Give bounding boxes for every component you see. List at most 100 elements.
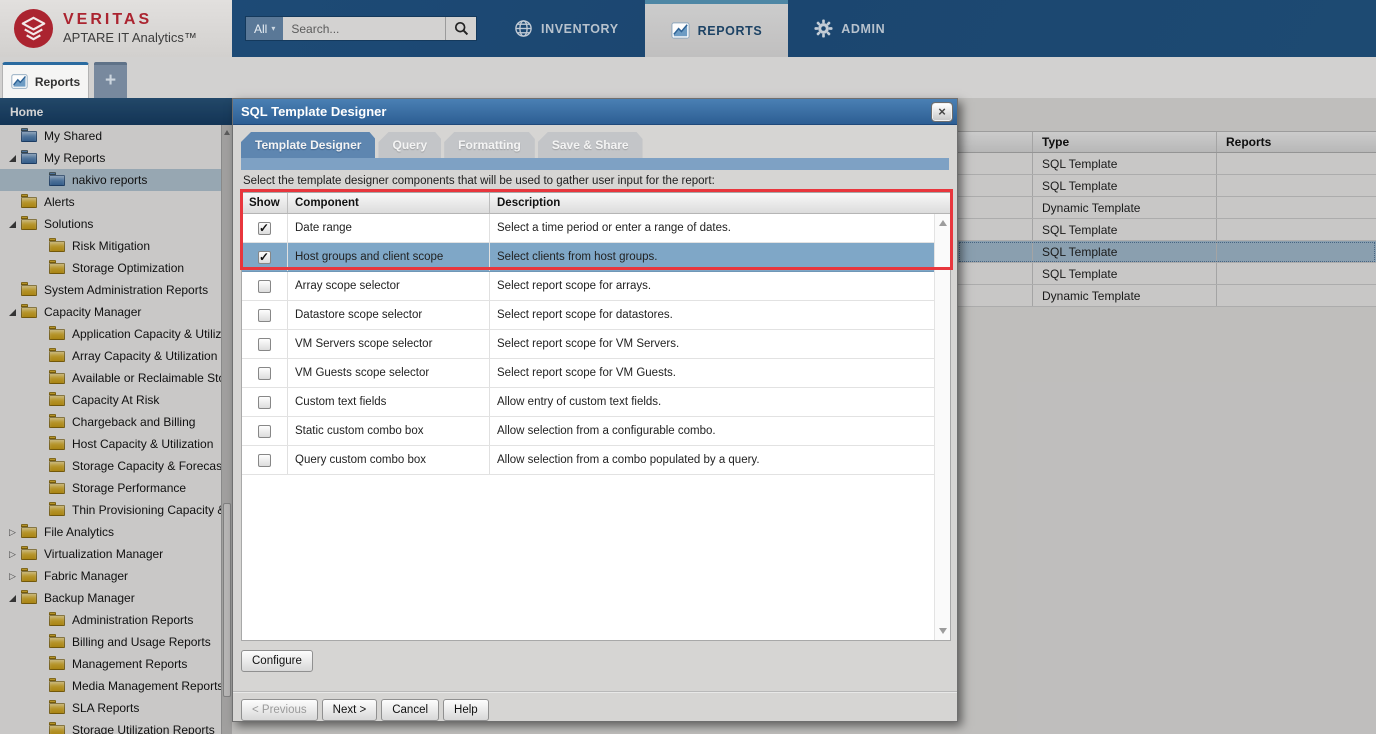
show-cell — [242, 359, 288, 387]
new-tab-button[interactable]: + — [94, 62, 127, 98]
component-cell: Static custom combo box — [288, 417, 490, 445]
components-table-body: Date range Select a time period or enter… — [242, 214, 934, 640]
tab-reports[interactable]: Reports — [2, 62, 89, 98]
active-tab-strip — [241, 158, 949, 170]
search-input[interactable] — [283, 17, 445, 40]
component-cell: Query custom combo box — [288, 446, 490, 474]
column-header-component: Component — [288, 193, 490, 213]
show-checkbox[interactable] — [258, 396, 271, 409]
globe-icon — [514, 19, 533, 38]
component-row[interactable]: Array scope selector Select report scope… — [242, 272, 934, 301]
scroll-up-icon[interactable] — [939, 220, 947, 226]
description-cell: Select report scope for VM Servers. — [490, 330, 934, 358]
show-checkbox[interactable] — [258, 251, 271, 264]
show-cell — [242, 243, 288, 271]
component-row[interactable]: VM Guests scope selector Select report s… — [242, 359, 934, 388]
component-cell: Datastore scope selector — [288, 301, 490, 329]
scroll-down-icon[interactable] — [939, 628, 947, 634]
component-row[interactable]: Custom text fields Allow entry of custom… — [242, 388, 934, 417]
show-checkbox[interactable] — [258, 454, 271, 467]
component-cell: VM Guests scope selector — [288, 359, 490, 387]
previous-button[interactable]: < Previous — [241, 699, 318, 721]
brand-subtitle: APTARE IT Analytics™ — [63, 31, 197, 46]
tab-formatting[interactable]: Formatting — [444, 132, 535, 158]
show-cell — [242, 446, 288, 474]
configure-button[interactable]: Configure — [241, 650, 313, 672]
nav-label-reports: REPORTS — [698, 24, 763, 38]
veritas-logo-icon — [13, 8, 54, 49]
component-cell: Host groups and client scope — [288, 243, 490, 271]
description-cell: Select clients from host groups. — [490, 243, 934, 271]
show-checkbox[interactable] — [258, 425, 271, 438]
cancel-button[interactable]: Cancel — [381, 699, 439, 721]
component-row[interactable]: Host groups and client scope Select clie… — [242, 243, 934, 272]
main-nav: INVENTORY REPORTS — [488, 0, 911, 57]
gear-icon — [814, 19, 833, 38]
description-cell: Select report scope for VM Guests. — [490, 359, 934, 387]
workspace-tabstrip: Reports + — [0, 57, 1376, 98]
top-navigation-bar: VERITAS APTARE IT Analytics™ All ▾ — [0, 0, 1376, 57]
help-button[interactable]: Help — [443, 699, 489, 721]
show-checkbox[interactable] — [258, 309, 271, 322]
description-cell: Select report scope for arrays. — [490, 272, 934, 300]
chart-icon — [11, 73, 28, 90]
description-cell: Select report scope for datastores. — [490, 301, 934, 329]
description-cell: Allow entry of custom text fields. — [490, 388, 934, 416]
show-checkbox[interactable] — [258, 222, 271, 235]
show-cell — [242, 214, 288, 242]
show-cell — [242, 417, 288, 445]
dialog-instruction: Select the template designer components … — [243, 175, 715, 187]
global-search: All ▾ — [245, 16, 477, 41]
show-cell — [242, 330, 288, 358]
show-cell — [242, 388, 288, 416]
search-icon — [454, 21, 469, 36]
sql-template-designer-dialog: SQL Template Designer × Template Designe… — [232, 98, 958, 722]
dialog-titlebar: SQL Template Designer × — [233, 99, 957, 125]
description-cell: Select a time period or enter a range of… — [490, 214, 934, 242]
search-scope-dropdown[interactable]: All ▾ — [246, 17, 283, 40]
column-header-description: Description — [490, 193, 950, 213]
component-row[interactable]: Datastore scope selector Select report s… — [242, 301, 934, 330]
component-cell: VM Servers scope selector — [288, 330, 490, 358]
components-table: Show Component Description Date range Se… — [241, 192, 951, 641]
component-cell: Date range — [288, 214, 490, 242]
component-row[interactable]: Static custom combo box Allow selection … — [242, 417, 934, 446]
nav-item-admin[interactable]: ADMIN — [788, 0, 911, 57]
tab-reports-label: Reports — [35, 75, 80, 89]
component-row[interactable]: Date range Select a time period or enter… — [242, 214, 934, 243]
dialog-footer: < Previous Next > Cancel Help — [241, 699, 489, 721]
show-checkbox[interactable] — [258, 367, 271, 380]
tab-template-designer[interactable]: Template Designer — [241, 132, 375, 158]
component-cell: Custom text fields — [288, 388, 490, 416]
dialog-tabs: Template Designer Query Formatting Save … — [241, 132, 949, 158]
search-scope-value: All — [254, 22, 267, 36]
description-cell: Allow selection from a combo populated b… — [490, 446, 934, 474]
table-scrollbar[interactable] — [934, 214, 950, 640]
nav-item-inventory[interactable]: INVENTORY — [488, 0, 645, 57]
nav-item-reports[interactable]: REPORTS — [645, 0, 789, 57]
application-window: VERITAS APTARE IT Analytics™ All ▾ — [0, 0, 1376, 734]
tab-save-share[interactable]: Save & Share — [538, 132, 643, 158]
component-row[interactable]: VM Servers scope selector Select report … — [242, 330, 934, 359]
nav-label-admin: ADMIN — [841, 22, 885, 36]
footer-divider — [233, 691, 957, 693]
chevron-down-icon: ▾ — [271, 24, 275, 33]
close-icon[interactable]: × — [932, 103, 952, 121]
search-button[interactable] — [445, 17, 476, 40]
components-table-header: Show Component Description — [242, 193, 950, 214]
next-button[interactable]: Next > — [322, 699, 378, 721]
nav-label-inventory: INVENTORY — [541, 22, 619, 36]
tab-query[interactable]: Query — [378, 132, 441, 158]
show-cell — [242, 272, 288, 300]
component-row[interactable]: Query custom combo box Allow selection f… — [242, 446, 934, 475]
component-cell: Array scope selector — [288, 272, 490, 300]
show-checkbox[interactable] — [258, 338, 271, 351]
dialog-title: SQL Template Designer — [241, 104, 386, 119]
description-cell: Allow selection from a configurable comb… — [490, 417, 934, 445]
brand-area: VERITAS APTARE IT Analytics™ — [0, 0, 232, 57]
show-cell — [242, 301, 288, 329]
column-header-show: Show — [242, 193, 288, 213]
brand-name: VERITAS — [63, 11, 197, 29]
chart-icon — [671, 21, 690, 40]
show-checkbox[interactable] — [258, 280, 271, 293]
